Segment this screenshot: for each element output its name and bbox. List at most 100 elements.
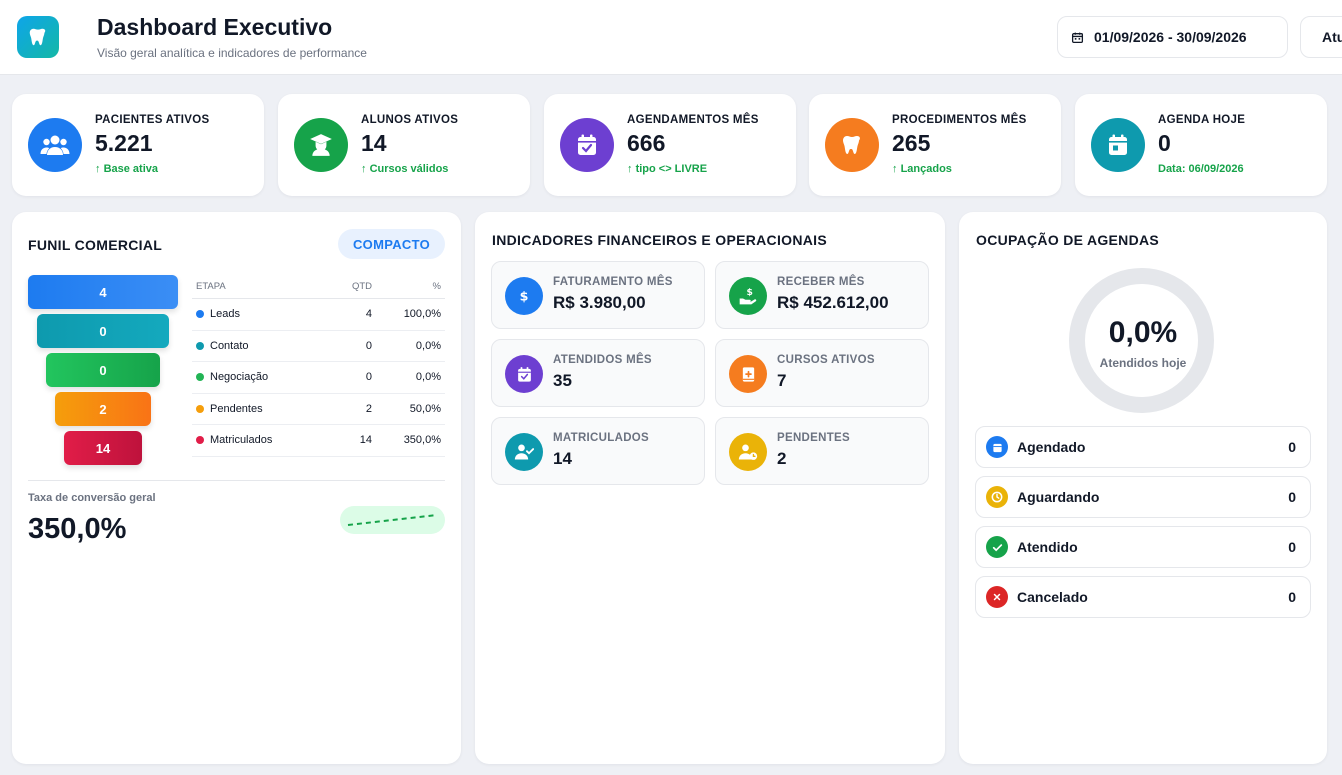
funnel-bar-matriculados[interactable]: 14 xyxy=(64,431,142,465)
kpi-value: 265 xyxy=(892,130,931,156)
kpi-label: PACIENTES ATIVOS xyxy=(95,114,210,126)
occupancy-value: 0,0% xyxy=(1108,316,1178,349)
kpi-value: 666 xyxy=(627,130,666,156)
stage-qty: 14 xyxy=(359,434,372,447)
status-label: Atendido xyxy=(1017,539,1078,555)
funnel-bar-contato[interactable]: 0 xyxy=(37,314,169,348)
table-row: Contato 0 0,0% xyxy=(192,331,445,362)
indicator-label: ATENDIDOS MÊS xyxy=(553,354,652,366)
indicator-label: RECEBER MÊS xyxy=(777,276,865,288)
book-icon xyxy=(742,366,754,382)
app-logo[interactable] xyxy=(17,16,59,58)
indicator-atendidos[interactable]: ATENDIDOS MÊS 35 xyxy=(491,339,705,407)
indicator-label: FATURAMENTO MÊS xyxy=(553,276,673,288)
funnel-title: FUNIL COMERCIAL xyxy=(28,237,163,253)
arrow-up-icon: ↑ xyxy=(892,163,901,175)
kpi-card-procedimentos[interactable]: PROCEDIMENTOS MÊS 265 ↑ Lançados xyxy=(809,94,1061,196)
agenda-status-atendido[interactable]: Atendido 0 xyxy=(975,526,1311,568)
kpi-icon-circle xyxy=(28,118,82,172)
kpi-value: 14 xyxy=(361,130,387,156)
dot-icon xyxy=(196,436,204,445)
table-row: Negociação 0 0,0% xyxy=(192,362,445,394)
table-row: Pendentes 2 50,0% xyxy=(192,394,445,425)
tooth-icon xyxy=(29,28,46,46)
calendar-icon xyxy=(1071,32,1084,43)
header: Dashboard Executivo Visão geral analític… xyxy=(0,0,1342,75)
indicator-value: R$ 3.980,00 xyxy=(553,293,646,312)
indicator-receber[interactable]: $ RECEBER MÊS R$ 452.612,00 xyxy=(715,261,929,329)
agenda-status-cancelado[interactable]: Cancelado 0 xyxy=(975,576,1311,618)
indicator-icon-circle: $ xyxy=(505,277,543,315)
kpi-note: ↑ Cursos válidos xyxy=(361,163,448,175)
x-icon xyxy=(986,586,1008,608)
calendar-icon xyxy=(986,436,1008,458)
kpi-icon-circle xyxy=(560,118,614,172)
agenda-status-agendado[interactable]: Agendado 0 xyxy=(975,426,1311,468)
funnel-table: ETAPA QTD % Leads 4 100,0% Contato 0 0,0… xyxy=(192,274,445,457)
dot-icon xyxy=(196,341,204,350)
compact-toggle-button[interactable]: COMPACTO xyxy=(338,229,445,259)
stage-name: Contato xyxy=(210,339,249,352)
stage-pct: 350,0% xyxy=(403,434,441,447)
dot-icon xyxy=(196,404,204,413)
funnel-bar-pendentes[interactable]: 2 xyxy=(55,392,151,426)
kpi-card-pacientes[interactable]: PACIENTES ATIVOS 5.221 ↑ Base ativa xyxy=(12,94,264,196)
indicator-cursos[interactable]: CURSOS ATIVOS 7 xyxy=(715,339,929,407)
stage-name: Matriculados xyxy=(210,434,273,447)
stage-qty: 0 xyxy=(365,339,372,352)
date-range-label: 01/09/2026 - 30/09/2026 xyxy=(1094,29,1247,45)
indicator-label: PENDENTES xyxy=(777,432,850,444)
indicator-value: 35 xyxy=(553,371,572,390)
indicator-label: CURSOS ATIVOS xyxy=(777,354,875,366)
conversion-value: 350,0% xyxy=(28,513,127,545)
funnel-bar-leads[interactable]: 4 xyxy=(28,275,178,309)
kpi-note: ↑ Lançados xyxy=(892,163,952,175)
kpi-card-agenda-hoje[interactable]: AGENDA HOJE 0 Data: 06/09/2026 xyxy=(1075,94,1327,196)
status-count: 0 xyxy=(1288,489,1296,505)
funnel-panel: FUNIL COMERCIAL COMPACTO 4 0 0 2 14 ETAP… xyxy=(12,212,461,764)
status-label: Agendado xyxy=(1017,439,1086,455)
svg-text:$: $ xyxy=(520,289,529,304)
status-count: 0 xyxy=(1288,589,1296,605)
funnel-bar-negociacao[interactable]: 0 xyxy=(46,353,160,387)
agenda-status-aguardando[interactable]: Aguardando 0 xyxy=(975,476,1311,518)
agenda-title: OCUPAÇÃO DE AGENDAS xyxy=(976,232,1160,248)
stage-name: Pendentes xyxy=(210,402,263,415)
indicator-pendentes[interactable]: PENDENTES 2 xyxy=(715,417,929,485)
kpi-note: ↑ tipo <> LIVRE xyxy=(627,163,707,175)
kpi-card-alunos[interactable]: ALUNOS ATIVOS 14 ↑ Cursos válidos xyxy=(278,94,530,196)
indicators-title: INDICADORES FINANCEIROS E OPERACIONAIS xyxy=(492,232,827,248)
kpi-card-agendamentos[interactable]: AGENDAMENTOS MÊS 666 ↑ tipo <> LIVRE xyxy=(544,94,796,196)
kpi-label: ALUNOS ATIVOS xyxy=(361,114,459,126)
user-clock-icon xyxy=(738,444,758,460)
refresh-button[interactable]: Atualizar xyxy=(1300,16,1342,58)
status-label: Cancelado xyxy=(1017,589,1088,605)
indicator-icon-circle xyxy=(729,355,767,393)
kpi-note: Data: 06/09/2026 xyxy=(1158,163,1244,175)
agenda-panel: OCUPAÇÃO DE AGENDAS 0,0% Atendidos hoje … xyxy=(959,212,1327,764)
divider xyxy=(28,480,445,481)
kpi-label: AGENDA HOJE xyxy=(1158,114,1246,126)
table-row: Matriculados 14 350,0% xyxy=(192,425,445,457)
kpi-note-text: Cursos válidos xyxy=(369,163,449,175)
indicator-matriculados[interactable]: MATRICULADOS 14 xyxy=(491,417,705,485)
indicator-icon-circle xyxy=(505,355,543,393)
indicator-faturamento[interactable]: $ FATURAMENTO MÊS R$ 3.980,00 xyxy=(491,261,705,329)
stage-pct: 0,0% xyxy=(415,339,441,352)
stage-qty: 0 xyxy=(365,371,372,384)
arrow-up-icon: ↑ xyxy=(627,163,636,175)
stage-pct: 100,0% xyxy=(403,308,441,321)
indicator-value: 14 xyxy=(553,449,572,468)
indicators-panel: INDICADORES FINANCEIROS E OPERACIONAIS $… xyxy=(475,212,945,764)
clock-icon xyxy=(986,486,1008,508)
kpi-value: 0 xyxy=(1158,130,1171,156)
dot-icon xyxy=(196,310,204,319)
kpi-label: PROCEDIMENTOS MÊS xyxy=(892,114,1027,126)
date-range-button[interactable]: 01/09/2026 - 30/09/2026 xyxy=(1057,16,1288,58)
svg-text:$: $ xyxy=(746,287,752,298)
kpi-label: AGENDAMENTOS MÊS xyxy=(627,114,759,126)
tooth-icon xyxy=(843,136,860,154)
dot-icon xyxy=(196,373,204,382)
indicator-icon-circle: $ xyxy=(729,277,767,315)
arrow-up-icon: ↑ xyxy=(95,163,104,175)
